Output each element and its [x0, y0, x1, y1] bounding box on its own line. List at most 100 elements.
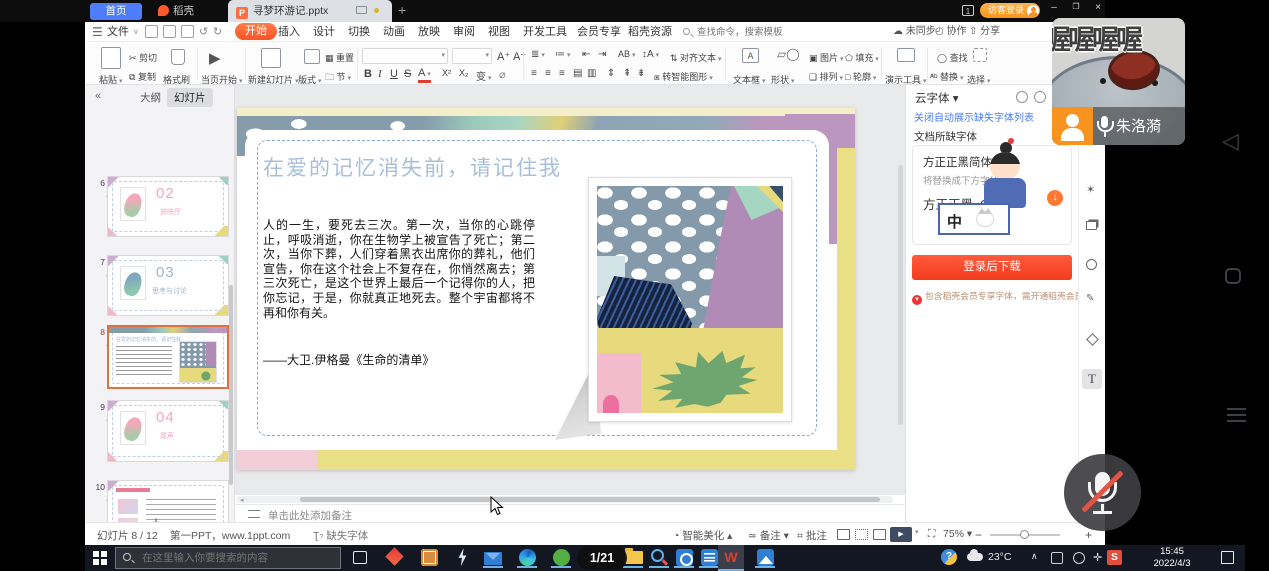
comment-tool-icon[interactable]: ✎	[1086, 293, 1094, 304]
missing-font-indicator[interactable]: Ʈ? 缺失字体	[313, 528, 368, 543]
slide-picture[interactable]	[588, 177, 792, 422]
spacing2-icon[interactable]: ⇞	[623, 68, 631, 79]
tab-document[interactable]: P寻梦环游记.pptx	[228, 0, 392, 22]
normal-view-icon[interactable]	[837, 529, 850, 540]
sidebar-scrollbar[interactable]	[229, 285, 233, 485]
menu-file[interactable]: 文件	[107, 22, 129, 42]
tab-docer[interactable]: 稻壳	[150, 3, 222, 20]
share-button[interactable]: ⇧ 分享	[969, 22, 1000, 42]
tray-help-icon[interactable]: ?	[941, 549, 957, 565]
output-icon[interactable]	[163, 25, 176, 38]
sorter-view-icon[interactable]	[855, 529, 868, 540]
green-app-button[interactable]	[551, 548, 571, 568]
numbered-list-button[interactable]: ≔	[555, 49, 570, 60]
slide-thumbnail-6[interactable]: 02 放映厅	[107, 176, 229, 237]
shapes-icon[interactable]: ▱◯	[777, 47, 800, 61]
spacing3-icon[interactable]: ⇟	[637, 68, 645, 79]
font-tool-icon-active[interactable]: T	[1082, 369, 1102, 389]
login-download-button[interactable]: 登录后下载	[912, 255, 1072, 280]
comments-button[interactable]: ⌗ 批注	[797, 528, 827, 543]
slide-body-text[interactable]: 人的一生，要死去三次。第一次，当你的心跳停止，呼吸消逝，你在生物学上被宣告了死亡…	[263, 218, 535, 320]
slide-thumbnail-7[interactable]: 03 思考与讨论	[107, 255, 229, 316]
start-button[interactable]	[93, 551, 107, 565]
horizontal-scrollbar[interactable]: ◂	[237, 496, 893, 503]
menu-view[interactable]: 视图	[488, 22, 510, 42]
taskbar-search-input[interactable]	[115, 547, 341, 569]
minimize-button[interactable]: –	[1045, 2, 1063, 13]
meeting-mic-button[interactable]	[1064, 454, 1141, 531]
slide-8[interactable]: 在爱的记忆消失前，请记住我 人的一生，要死去三次。第一次，当你的心跳停止，呼吸消…	[237, 108, 855, 470]
tab-slides[interactable]: 幻灯片	[167, 88, 213, 107]
task-view-button[interactable]	[353, 551, 367, 564]
outline-button[interactable]: □ 轮廓	[845, 70, 876, 83]
justify-icon[interactable]: ▤	[573, 68, 582, 79]
notes-toggle-button[interactable]: ≃ 备注 ▾	[748, 528, 789, 543]
bullet-list-button[interactable]: ≣	[531, 49, 545, 60]
font-family-select[interactable]	[362, 48, 448, 64]
undo-icon[interactable]: ↺	[199, 22, 208, 42]
collapse-sidebar-button[interactable]: «	[95, 90, 101, 102]
weather-temp[interactable]: 23°C	[988, 551, 1011, 563]
present-tools-icon[interactable]	[897, 48, 915, 62]
format-painter-icon[interactable]	[171, 49, 185, 65]
subscript-button[interactable]: X₂	[459, 68, 469, 78]
tab-home[interactable]: 首页	[90, 3, 142, 20]
new-tab-button[interactable]: +	[398, 2, 406, 18]
maximize-button[interactable]: ❐	[1067, 2, 1085, 11]
menu-review[interactable]: 审阅	[453, 22, 475, 42]
menu-home[interactable]: 开始	[235, 23, 277, 40]
menu-animation[interactable]: 动画	[383, 22, 405, 42]
paste-icon[interactable]	[101, 47, 121, 69]
line-spacing-button[interactable]: ↕A	[642, 49, 659, 60]
reset-button[interactable]: ▦ 重置	[325, 51, 354, 64]
menu-insert[interactable]: 插入	[278, 22, 300, 42]
canvas-vertical-scrollbar[interactable]	[898, 165, 903, 425]
slide-title[interactable]: 在爱的记忆消失前，请记住我	[263, 152, 562, 182]
photos-app-button[interactable]	[755, 548, 775, 568]
play-icon[interactable]: ▶	[209, 49, 221, 67]
cut-button[interactable]: ✂ 剪切	[129, 51, 157, 64]
scroll-left-arrow[interactable]: ◂	[240, 496, 244, 504]
menu-vip[interactable]: 会员专享	[577, 22, 621, 42]
app-icon-lightning[interactable]	[457, 548, 468, 566]
weather-cloud-icon[interactable]	[967, 553, 983, 561]
picture-button[interactable]: ▣ 图片	[809, 51, 844, 64]
replace-button[interactable]: ᴬᵇ 替换	[930, 70, 963, 83]
font-enlarge-icon[interactable]: A⁺	[497, 50, 510, 63]
save-icon[interactable]	[145, 25, 158, 38]
text-effect-button[interactable]: 变	[476, 68, 491, 83]
play-dropdown-icon[interactable]: ▾	[915, 528, 919, 536]
tray-input-icon[interactable]	[1051, 552, 1063, 564]
menu-devtools[interactable]: 开发工具	[523, 22, 567, 42]
notification-center-icon[interactable]	[1221, 551, 1234, 564]
search-app-button[interactable]	[649, 548, 669, 568]
zoom-level[interactable]: 75% ▾	[943, 528, 972, 540]
wps-app-button-active[interactable]: W	[718, 545, 744, 571]
font-size-select[interactable]	[452, 48, 492, 64]
tray-move-icon[interactable]: ✛	[1093, 551, 1102, 564]
to-smartart-button[interactable]: ⧆ 转智能图形	[654, 70, 713, 83]
zoom-in-button[interactable]: +	[1085, 528, 1092, 542]
align-right-icon[interactable]: ≡	[559, 68, 565, 79]
download-font-icon[interactable]: ↓	[1047, 190, 1063, 206]
tray-pen-icon[interactable]	[1073, 552, 1085, 564]
copy-tool-icon[interactable]	[1086, 221, 1097, 230]
close-fontlist-link[interactable]: 关闭自动展示缺失字体列表	[914, 109, 1034, 124]
print-icon[interactable]	[181, 25, 194, 38]
arrange-button[interactable]: ❏ 排列	[809, 70, 843, 83]
android-back-icon[interactable]: ◁	[1222, 128, 1239, 154]
tab-outline[interactable]: 大纲	[133, 88, 168, 107]
slide-thumbnail-9[interactable]: 04 尾声	[107, 400, 229, 462]
fit-slide-icon[interactable]: ⛶	[928, 528, 935, 541]
select-icon[interactable]	[973, 48, 987, 62]
slideshow-play-button[interactable]: ▶	[890, 527, 912, 542]
align-text-button[interactable]: ⇅ 对齐文本	[670, 51, 722, 64]
distribute-icon[interactable]: ▥	[587, 68, 596, 79]
superscript-button[interactable]: X²	[442, 68, 451, 78]
android-recent-icon[interactable]	[1227, 408, 1246, 422]
menu-slideshow[interactable]: 放映	[418, 22, 440, 42]
menu-transition[interactable]: 切换	[348, 22, 370, 42]
layout-icon[interactable]	[304, 49, 320, 64]
edge-app-button[interactable]	[517, 548, 537, 568]
window-switch-icon[interactable]: 1	[962, 5, 974, 16]
